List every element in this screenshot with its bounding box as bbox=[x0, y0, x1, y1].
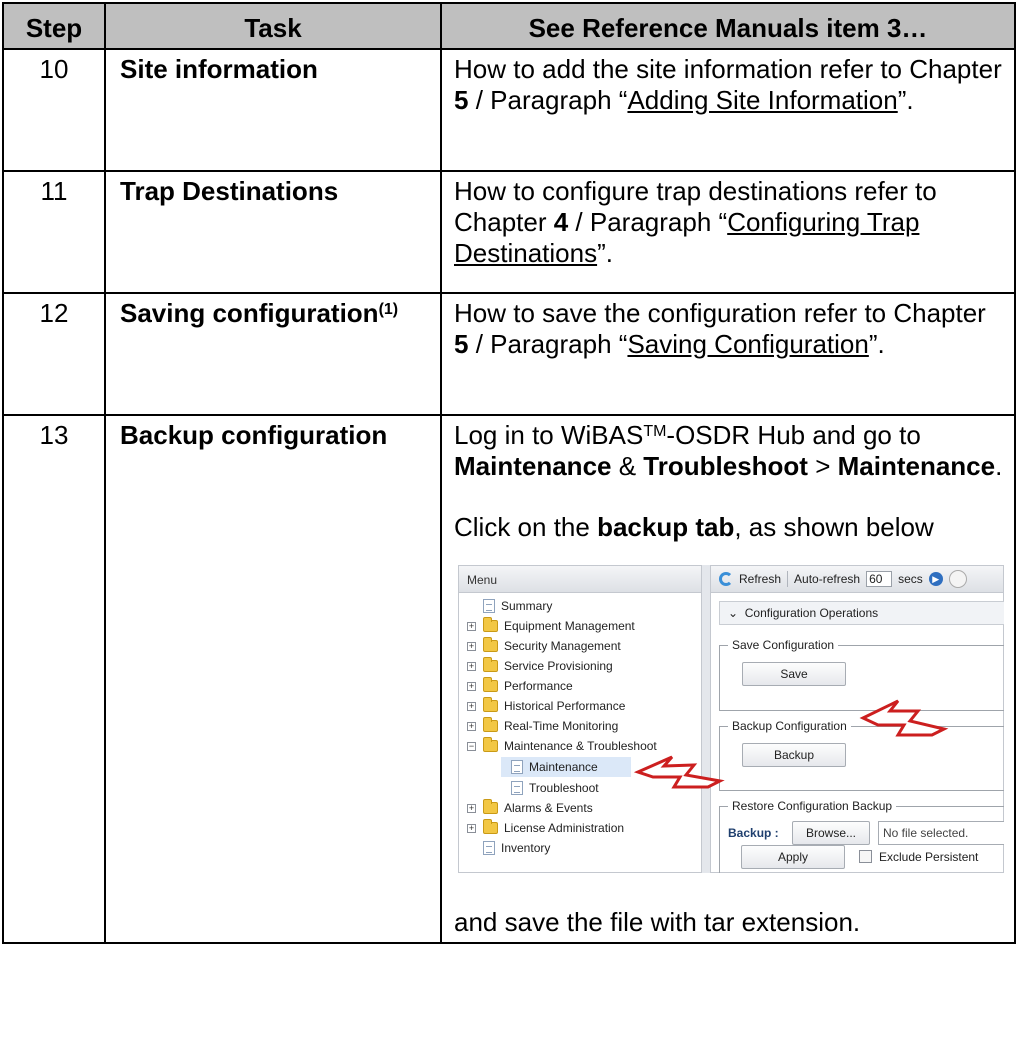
chapter-number: 5 bbox=[454, 329, 469, 359]
desc-text: Click on the bbox=[454, 512, 598, 542]
menu-path-maintenance: Maintenance bbox=[454, 451, 612, 481]
procedure-table: Step Task See Reference Manuals item 3… … bbox=[2, 2, 1016, 944]
instruction-click: Click on the backup tab, as shown below bbox=[454, 512, 1006, 543]
header-row: Step Task See Reference Manuals item 3… bbox=[2, 2, 1016, 50]
chapter-number: 4 bbox=[553, 207, 569, 237]
desc-text: ”. bbox=[597, 238, 613, 268]
desc-text: Log in to WiBAS bbox=[454, 420, 644, 450]
footnote-marker: (1) bbox=[378, 301, 399, 318]
menu-path-troubleshoot: Troubleshoot bbox=[643, 451, 808, 481]
desc-text: / Paragraph “ bbox=[568, 207, 728, 237]
desc-text: ”. bbox=[897, 85, 914, 115]
step-number: 13 bbox=[2, 414, 106, 944]
task-description: How to save the configuration refer to C… bbox=[440, 292, 1016, 416]
paragraph-reference: Saving Configuration bbox=[627, 329, 869, 359]
table-row: 13 Backup configuration Log in to WiBAST… bbox=[2, 414, 1016, 944]
chapter-number: 5 bbox=[454, 85, 469, 115]
header-step: Step bbox=[2, 2, 106, 50]
step-number: 12 bbox=[2, 292, 106, 416]
embedded-screenshot: Menu Summary + Equipment Management + Securi… bbox=[458, 565, 1004, 873]
paragraph-reference: Adding Site Information bbox=[627, 85, 898, 115]
desc-text: . bbox=[995, 451, 1003, 481]
table-row: 12 Saving configuration(1) How to save t… bbox=[2, 292, 1016, 416]
desc-text: ”. bbox=[868, 329, 885, 359]
step-number: 10 bbox=[2, 48, 106, 172]
arrow-to-backup-button bbox=[859, 699, 949, 737]
backup-tab-reference: backup tab bbox=[597, 512, 735, 542]
task-name: Saving configuration(1) bbox=[104, 292, 442, 416]
table-row: 11 Trap Destinations How to configure tr… bbox=[2, 170, 1016, 294]
header-task: Task bbox=[104, 2, 442, 50]
desc-text: -OSDR Hub and go to bbox=[666, 420, 921, 450]
task-label: Saving configuration bbox=[120, 298, 379, 328]
step-number: 11 bbox=[2, 170, 106, 294]
arrow-to-maintenance bbox=[633, 755, 725, 789]
task-name: Site information bbox=[104, 48, 442, 172]
instruction-save: and save the file with tar extension. bbox=[454, 907, 861, 937]
desc-text: How to add the site information refer to… bbox=[454, 54, 1002, 84]
task-name: Backup configuration bbox=[104, 414, 442, 944]
desc-text: / Paragraph “ bbox=[468, 85, 628, 115]
header-reference: See Reference Manuals item 3… bbox=[440, 2, 1016, 50]
trademark-mark: TM bbox=[643, 423, 667, 440]
desc-text: , as shown below bbox=[734, 512, 934, 542]
desc-text: / Paragraph “ bbox=[468, 329, 628, 359]
task-description: Log in to WiBASTM-OSDR Hub and go to Mai… bbox=[440, 414, 1016, 944]
task-description: How to add the site information refer to… bbox=[440, 48, 1016, 172]
instruction-login: Log in to WiBASTM-OSDR Hub and go to Mai… bbox=[454, 420, 1006, 482]
desc-text: > bbox=[807, 451, 838, 481]
desc-text: & bbox=[611, 451, 644, 481]
task-description: How to configure trap destinations refer… bbox=[440, 170, 1016, 294]
annotation-arrows bbox=[633, 699, 949, 789]
table-row: 10 Site information How to add the site … bbox=[2, 48, 1016, 172]
menu-path-maintenance-sub: Maintenance bbox=[837, 451, 996, 481]
task-name: Trap Destinations bbox=[104, 170, 442, 294]
desc-text: How to save the configuration refer to C… bbox=[454, 298, 986, 328]
